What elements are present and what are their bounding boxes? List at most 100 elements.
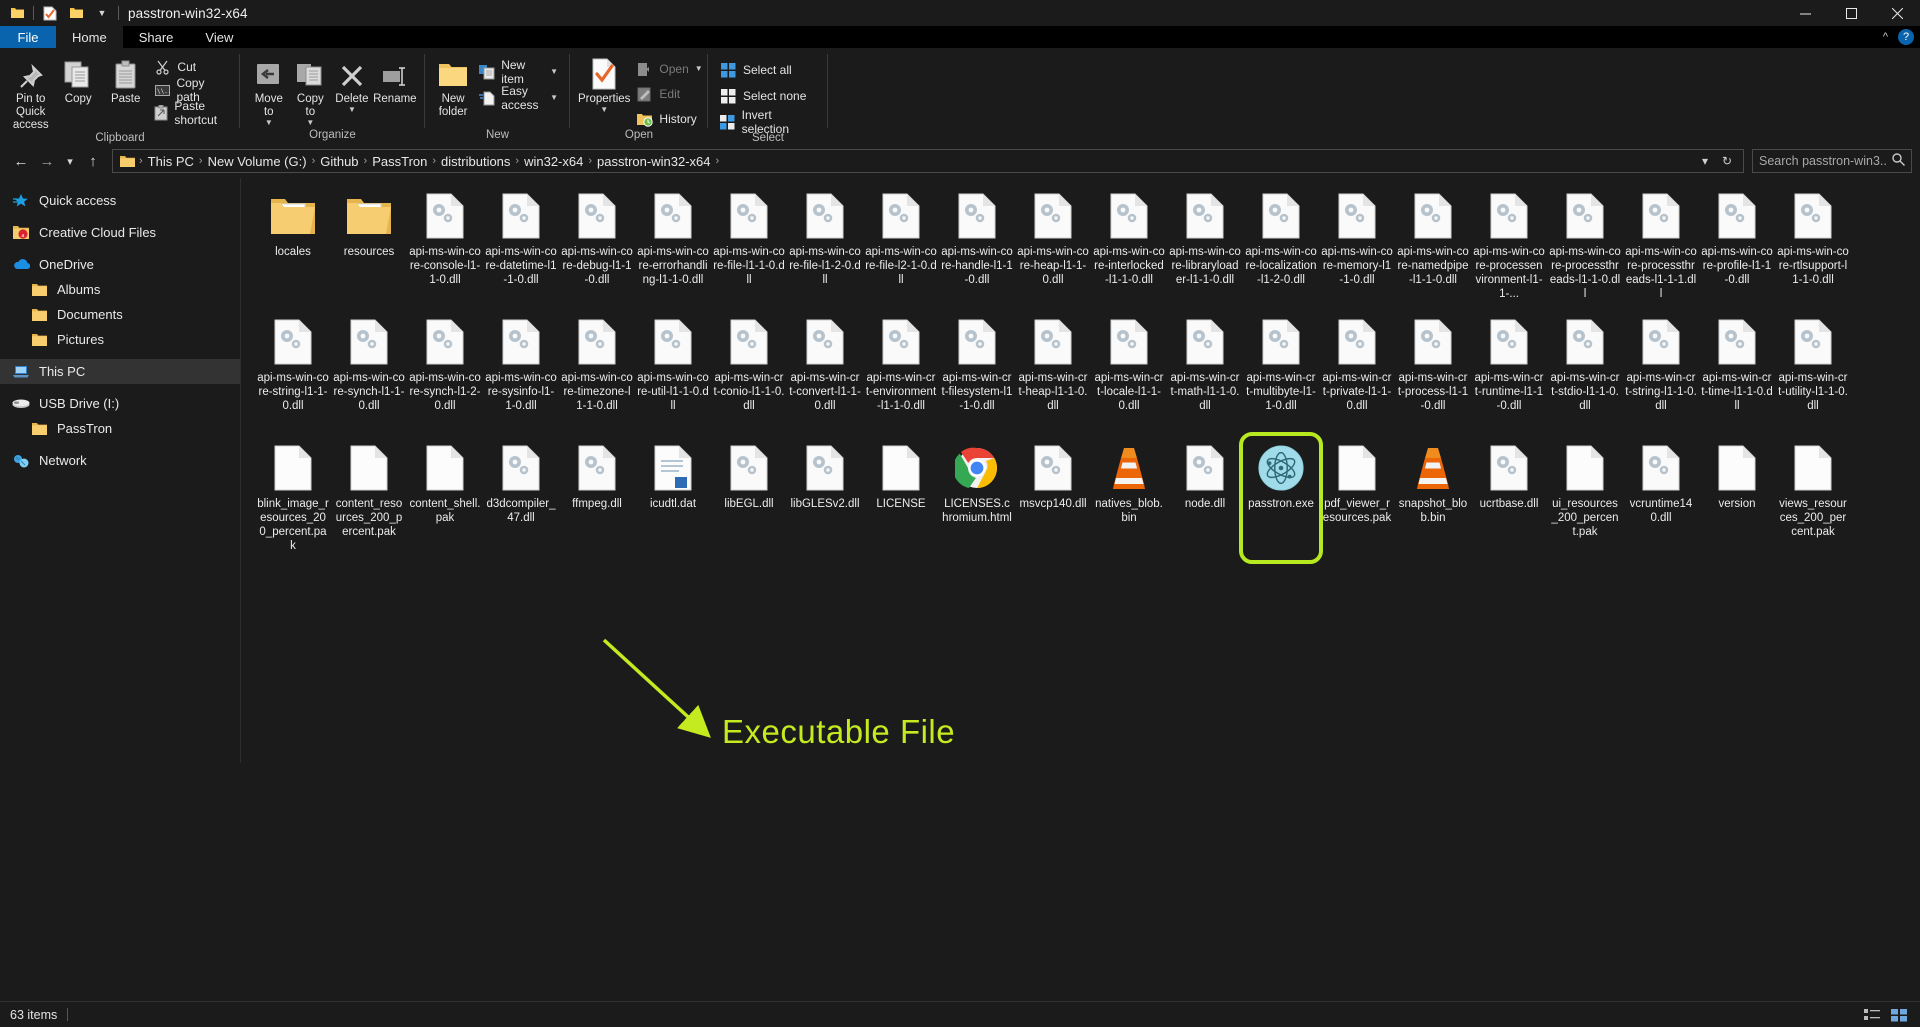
sidebar-item-documents[interactable]: Documents [0,302,240,327]
forward-arrow-icon[interactable]: → [34,148,60,174]
file-item[interactable]: api-ms-win-core-processenvironment-l1-1-… [1471,186,1547,312]
file-item[interactable]: api-ms-win-core-sysinfo-l1-1-0.dll [483,312,559,438]
file-item[interactable]: version [1699,438,1775,564]
history-button[interactable]: History [632,109,706,129]
file-item[interactable]: api-ms-win-core-processthreads-l1-1-1.dl… [1623,186,1699,312]
sidebar-item-quick-access[interactable]: Quick access [0,188,240,213]
file-item[interactable]: api-ms-win-core-debug-l1-1-0.dll [559,186,635,312]
pin-to-quick-access-button[interactable]: Pin to Quick access [8,54,53,132]
file-item[interactable]: vcruntime140.dll [1623,438,1699,564]
file-item[interactable]: api-ms-win-core-heap-l1-1-0.dll [1015,186,1091,312]
sidebar-item-pictures[interactable]: Pictures [0,327,240,352]
sidebar-item-creative-cloud-files[interactable]: a Creative Cloud Files [0,220,240,245]
file-item[interactable]: natives_blob.bin [1091,438,1167,564]
open-button[interactable]: Open ▼ [632,59,706,79]
file-item[interactable]: api-ms-win-crt-private-l1-1-0.dll [1319,312,1395,438]
close-button[interactable] [1874,0,1920,26]
tab-share[interactable]: Share [123,26,190,48]
file-item[interactable]: api-ms-win-core-memory-l1-1-0.dll [1319,186,1395,312]
properties-caret-icon[interactable]: ▼ [600,106,608,114]
minimize-button[interactable] [1782,0,1828,26]
file-item[interactable]: ui_resources_200_percent.pak [1547,438,1623,564]
file-item[interactable]: ucrtbase.dll [1471,438,1547,564]
search-box[interactable]: Search passtron-win3... [1752,149,1912,173]
sidebar-item-onedrive[interactable]: OneDrive [0,252,240,277]
file-item[interactable]: api-ms-win-crt-math-l1-1-0.dll [1167,312,1243,438]
file-item[interactable]: api-ms-win-core-file-l1-1-0.dll [711,186,787,312]
file-item[interactable]: views_resources_200_percent.pak [1775,438,1851,564]
delete-caret-icon[interactable]: ▼ [348,106,356,114]
file-item[interactable]: LICENSE [863,438,939,564]
address-dropdown-chevron-down-icon[interactable]: ▾ [1695,150,1715,172]
file-item[interactable]: api-ms-win-core-rtlsupport-l1-1-0.dll [1775,186,1851,312]
tab-home[interactable]: Home [56,26,123,48]
details-view-icon[interactable] [1861,1005,1883,1025]
file-item[interactable]: api-ms-win-core-interlocked-l1-1-0.dll [1091,186,1167,312]
large-icons-view-icon[interactable] [1888,1005,1910,1025]
file-item[interactable]: api-ms-win-crt-stdio-l1-1-0.dll [1547,312,1623,438]
tab-file[interactable]: File [0,26,56,48]
move-to-button[interactable]: Move to ▼ [248,54,290,127]
file-item[interactable]: pdf_viewer_resources.pak [1319,438,1395,564]
file-item[interactable]: snapshot_blob.bin [1395,438,1471,564]
refresh-icon[interactable]: ↻ [1717,150,1737,172]
file-item[interactable]: api-ms-win-core-profile-l1-1-0.dll [1699,186,1775,312]
new-folder-icon[interactable] [63,1,89,25]
open-caret-icon[interactable]: ▼ [695,65,703,73]
breadcrumb-item-passtron[interactable]: PassTron [368,154,431,169]
file-item[interactable]: msvcp140.dll [1015,438,1091,564]
breadcrumb-item-github[interactable]: Github [316,154,362,169]
copy-to-button[interactable]: Copy to ▼ [290,54,332,127]
file-item[interactable]: api-ms-win-core-synch-l1-1-0.dll [331,312,407,438]
file-item[interactable]: api-ms-win-crt-heap-l1-1-0.dll [1015,312,1091,438]
file-item[interactable]: node.dll [1167,438,1243,564]
search-input[interactable]: Search passtron-win3... [1759,154,1888,168]
easy-access-caret-icon[interactable]: ▼ [550,94,558,102]
sidebar-item-albums[interactable]: Albums [0,277,240,302]
file-item[interactable]: api-ms-win-core-console-l1-1-0.dll [407,186,483,312]
file-item[interactable]: content_resources_200_percent.pak [331,438,407,564]
file-item-highlighted[interactable]: passtron.exe [1243,438,1319,564]
new-item-button[interactable]: New item ▼ [475,58,562,86]
copy-to-caret-icon[interactable]: ▼ [306,119,314,127]
breadcrumb-item-passtron-win32-x64[interactable]: passtron-win32-x64 [593,154,714,169]
help-icon[interactable]: ? [1898,29,1914,45]
breadcrumb-separator[interactable]: › [714,155,720,167]
breadcrumb-item-this-pc[interactable]: This PC [144,154,198,169]
file-item[interactable]: api-ms-win-core-string-l1-1-0.dll [255,312,331,438]
file-item[interactable]: api-ms-win-core-libraryloader-l1-1-0.dll [1167,186,1243,312]
file-item[interactable]: api-ms-win-core-namedpipe-l1-1-0.dll [1395,186,1471,312]
file-item[interactable]: api-ms-win-core-timezone-l1-1-0.dll [559,312,635,438]
file-item[interactable]: LICENSES.chromium.html [939,438,1015,564]
file-list-pane[interactable]: locales resources api-ms-win-core-console-… [241,178,1920,763]
paste-shortcut-button[interactable]: Paste shortcut [150,99,232,127]
tab-view[interactable]: View [189,26,249,48]
select-none-button[interactable]: Select none [716,86,820,106]
file-item[interactable]: resources [331,186,407,312]
file-item[interactable]: api-ms-win-core-synch-l1-2-0.dll [407,312,483,438]
breadcrumb-item-win32-x64[interactable]: win32-x64 [520,154,587,169]
file-item[interactable]: d3dcompiler_47.dll [483,438,559,564]
file-item[interactable]: api-ms-win-crt-multibyte-l1-1-0.dll [1243,312,1319,438]
up-arrow-icon[interactable]: ↑ [80,148,106,174]
file-item[interactable]: api-ms-win-crt-utility-l1-1-0.dll [1775,312,1851,438]
new-folder-button[interactable]: New folder [433,54,473,119]
file-item[interactable]: api-ms-win-core-util-l1-1-0.dll [635,312,711,438]
file-item[interactable]: api-ms-win-core-file-l2-1-0.dll [863,186,939,312]
copy-path-button[interactable]: \\... Copy path [150,76,232,104]
invert-selection-button[interactable]: Invert selection [716,108,820,136]
sidebar-item-passtron[interactable]: PassTron [0,416,240,441]
file-item[interactable]: api-ms-win-core-handle-l1-1-0.dll [939,186,1015,312]
breadcrumb[interactable]: › This PC › New Volume (G:) › Github › P… [112,149,1744,173]
properties-check-icon[interactable] [37,1,63,25]
file-item[interactable]: api-ms-win-core-errorhandling-l1-1-0.dll [635,186,711,312]
file-item[interactable]: api-ms-win-crt-convert-l1-1-0.dll [787,312,863,438]
file-item[interactable]: content_shell.pak [407,438,483,564]
file-item[interactable]: api-ms-win-crt-locale-l1-1-0.dll [1091,312,1167,438]
file-item[interactable]: api-ms-win-core-file-l1-2-0.dll [787,186,863,312]
file-item[interactable]: api-ms-win-crt-string-l1-1-0.dll [1623,312,1699,438]
collapse-ribbon-caret-icon[interactable]: ^ [1883,31,1888,43]
delete-button[interactable]: Delete ▼ [331,54,373,114]
select-all-button[interactable]: Select all [716,60,820,80]
edit-button[interactable]: Edit [632,84,706,104]
